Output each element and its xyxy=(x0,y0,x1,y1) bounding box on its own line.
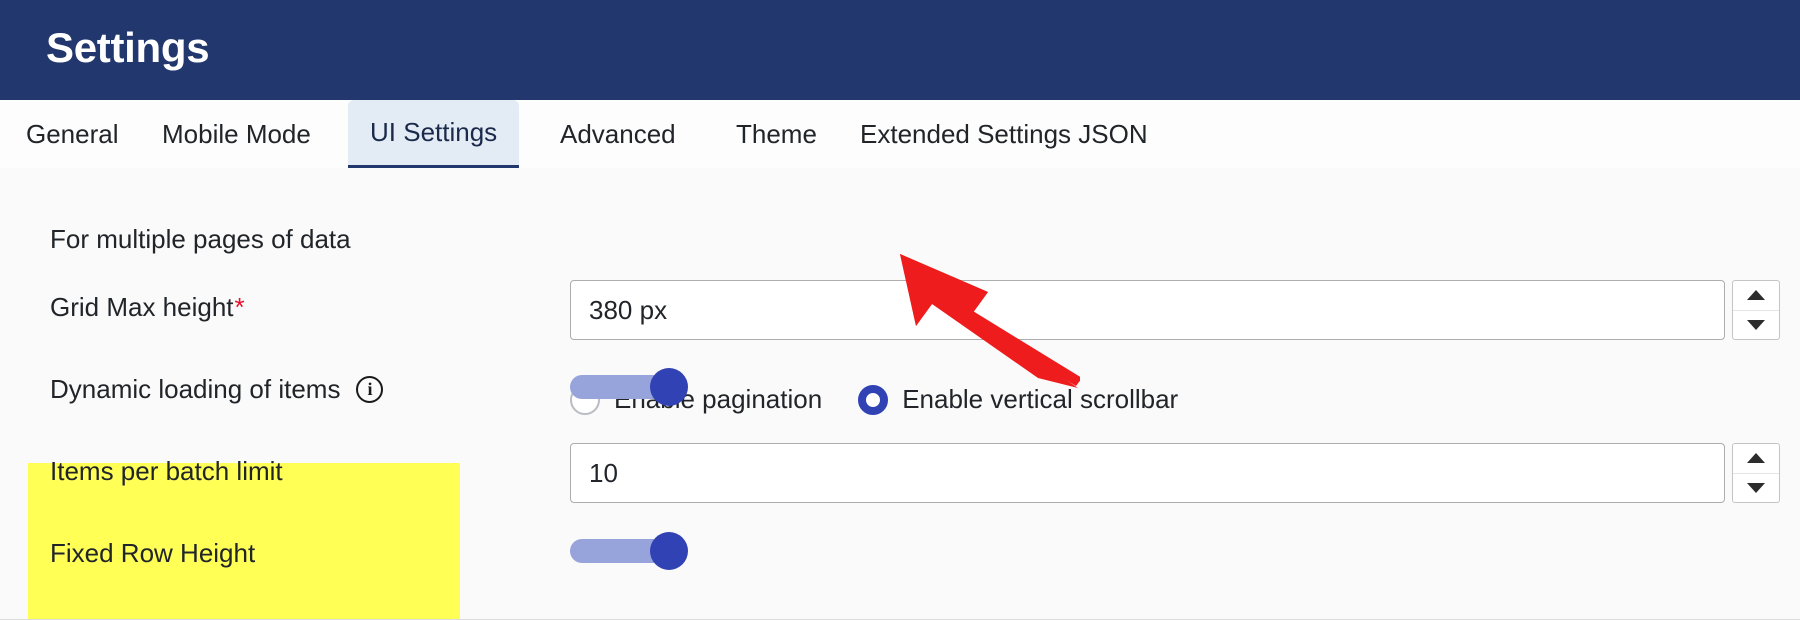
toggle-knob[interactable] xyxy=(650,532,688,570)
tab-label: Extended Settings JSON xyxy=(860,118,1148,149)
settings-window: Settings General Mobile Mode UI Settings… xyxy=(0,0,1800,620)
items-per-batch-input[interactable] xyxy=(570,443,1725,503)
toggle-knob[interactable] xyxy=(650,368,688,406)
grid-max-height-stepper[interactable] xyxy=(1732,280,1780,340)
tab-advanced[interactable]: Advanced xyxy=(538,100,698,168)
fixed-row-height-toggle[interactable] xyxy=(570,532,688,570)
items-per-batch-field xyxy=(570,443,1780,503)
app-header: Settings xyxy=(0,0,1800,100)
tab-label: General xyxy=(26,118,119,149)
label-text: For multiple pages of data xyxy=(50,224,351,254)
grid-max-height-field xyxy=(570,280,1780,340)
tab-general[interactable]: General xyxy=(4,100,141,168)
label-for-multiple-pages-of-data: For multiple pages of data xyxy=(50,222,351,256)
increment-button[interactable] xyxy=(1733,281,1779,310)
tab-ui-settings[interactable]: UI Settings xyxy=(348,100,520,168)
tab-mobile-mode[interactable]: Mobile Mode xyxy=(140,100,333,168)
info-icon[interactable]: i xyxy=(356,375,384,403)
page-title: Settings xyxy=(46,24,210,71)
decrement-button[interactable] xyxy=(1733,472,1779,503)
chevron-up-icon xyxy=(1747,290,1765,301)
tab-label: Theme xyxy=(736,118,817,149)
tab-label: UI Settings xyxy=(370,117,498,147)
required-asterisk: * xyxy=(234,292,245,322)
dynamic-loading-toggle[interactable] xyxy=(570,368,688,406)
label-text: Dynamic loading of items xyxy=(50,374,341,404)
radio-label: Enable vertical scrollbar xyxy=(902,384,1179,414)
tab-label: Advanced xyxy=(560,118,676,149)
radio-indicator-checked[interactable] xyxy=(858,384,889,415)
increment-button[interactable] xyxy=(1733,444,1779,473)
label-text: Fixed Row Height xyxy=(50,538,256,568)
radio-enable-vertical-scrollbar[interactable]: Enable vertical scrollbar xyxy=(858,384,1178,415)
decrement-button[interactable] xyxy=(1733,309,1779,340)
chevron-up-icon xyxy=(1747,453,1765,464)
label-text: Grid Max height xyxy=(50,292,234,322)
chevron-down-icon xyxy=(1747,482,1765,493)
tab-theme[interactable]: Theme xyxy=(714,100,839,168)
tab-bar: General Mobile Mode UI Settings Advanced… xyxy=(0,100,1800,168)
label-grid-max-height: Grid Max height * xyxy=(50,290,245,324)
tab-extended-settings-json[interactable]: Extended Settings JSON xyxy=(838,100,1170,168)
chevron-down-icon xyxy=(1747,319,1765,330)
grid-max-height-input[interactable] xyxy=(570,280,1725,340)
tab-label: Mobile Mode xyxy=(162,118,311,149)
label-dynamic-loading-of-items: Dynamic loading of items i xyxy=(50,372,384,406)
label-text: Items per batch limit xyxy=(50,456,283,486)
label-items-per-batch-limit: Items per batch limit xyxy=(50,454,283,488)
settings-content: For multiple pages of data Enable pagina… xyxy=(0,168,1800,620)
label-fixed-row-height: Fixed Row Height xyxy=(50,536,255,570)
items-per-batch-stepper[interactable] xyxy=(1732,443,1780,503)
info-glyph: i xyxy=(367,379,373,399)
